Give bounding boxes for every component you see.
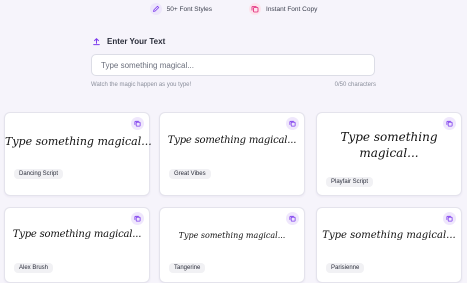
font-card-playfair-script[interactable]: Type something magical... Playfair Scrip… [316, 112, 462, 196]
input-hint: Watch the magic happen as you type! [91, 82, 192, 88]
enter-text-heading: Enter Your Text [91, 36, 376, 46]
copy-button[interactable] [443, 117, 456, 130]
feature-font-styles-label: 50+ Font Styles [166, 5, 213, 13]
font-preview: Type something magical... [322, 230, 456, 241]
font-preview: Type something magical... [12, 229, 142, 240]
font-name-label: Dancing Script [14, 169, 64, 179]
font-preview: Type something magical... [5, 135, 152, 148]
font-generator-page: 50+ Font Styles Instant Font Copy Enter … [0, 0, 467, 283]
font-name-label: Alex Brush [14, 263, 54, 273]
font-card-dancing-script[interactable]: Type something magical... Dancing Script [4, 112, 152, 196]
character-counter: 0/50 characters [334, 82, 376, 88]
copy-icon [134, 215, 141, 222]
copy-icon [446, 215, 453, 222]
font-name-label: Playfair Script [326, 177, 374, 187]
font-preview: Type something magical... [178, 231, 286, 240]
text-input[interactable] [91, 54, 375, 76]
input-hint-row: Watch the magic happen as you type! 0/50… [91, 82, 376, 88]
font-preview-line-1: Type something [340, 130, 438, 144]
feature-instant-copy-label: Instant Font Copy [266, 5, 318, 13]
text-input-section: Enter Your Text Watch the magic happen a… [91, 36, 376, 88]
font-name-label: Great Vibes [169, 169, 211, 179]
font-card-great-vibes[interactable]: Type something magical... Great Vibes [159, 112, 305, 196]
copy-icon [134, 120, 141, 127]
copy-button[interactable] [131, 212, 144, 225]
pen-icon [149, 3, 162, 15]
copy-button[interactable] [286, 117, 299, 130]
copy-button[interactable] [286, 212, 299, 225]
copy-icon [289, 120, 296, 127]
enter-text-title: Enter Your Text [107, 36, 166, 46]
font-card-alex-brush[interactable]: Type something magical... Alex Brush [4, 207, 150, 283]
feature-highlights: 50+ Font Styles Instant Font Copy [0, 3, 467, 15]
font-preview-line-2: magical... [359, 146, 419, 160]
copy-icon [446, 120, 453, 127]
font-preview: Type something magical... [167, 135, 297, 146]
feature-instant-copy: Instant Font Copy [249, 3, 317, 15]
font-card-parisienne[interactable]: Type something magical... Parisienne [316, 207, 462, 283]
feature-font-styles: 50+ Font Styles [149, 3, 213, 15]
copy-button[interactable] [131, 117, 144, 130]
copy-button[interactable] [443, 212, 456, 225]
font-name-label: Tangerine [169, 263, 206, 273]
upload-arrow-icon [91, 36, 101, 46]
font-name-label: Parisienne [326, 263, 365, 273]
copy-icon [249, 3, 262, 15]
copy-icon [289, 215, 296, 222]
font-card-tangerine[interactable]: Type something magical... Tangerine [159, 207, 305, 283]
